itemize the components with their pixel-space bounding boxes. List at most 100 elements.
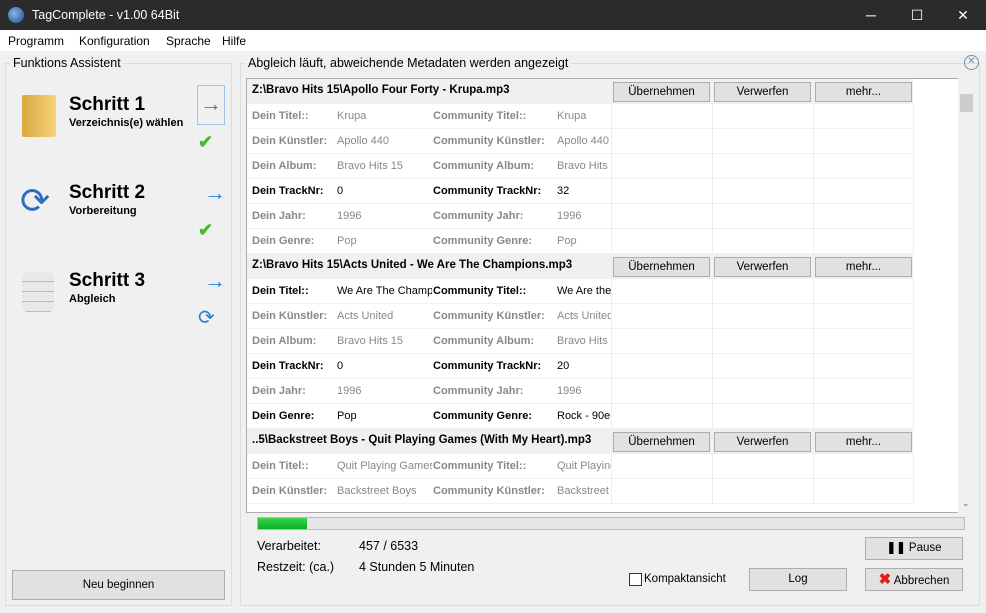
- grid-line: [913, 204, 914, 229]
- community-field-value: Quit Playing Games: [557, 460, 611, 472]
- step1-go-button[interactable]: →: [197, 85, 225, 125]
- grid-line: [712, 304, 713, 329]
- restart-button[interactable]: Neu beginnen: [12, 570, 225, 600]
- own-field-label: Dein Künstler:: [252, 135, 328, 147]
- community-field-label: Community Künstler:: [433, 135, 545, 147]
- scrollbar[interactable]: ⌄: [958, 78, 975, 513]
- pause-button[interactable]: ❚❚ Pause: [865, 537, 963, 560]
- minimize-button[interactable]: ─: [848, 0, 894, 30]
- grid-line: [913, 354, 914, 379]
- remaining-label: Restzeit: (ca.): [257, 560, 335, 574]
- compact-view-label[interactable]: Kompaktansicht: [644, 573, 726, 585]
- grid-line: [712, 354, 713, 379]
- own-field-label: Dein Jahr:: [252, 385, 306, 397]
- menu-sprache[interactable]: Sprache: [166, 34, 211, 48]
- grid-line: [712, 104, 713, 129]
- metadata-row: Dein Jahr: 1996 Community Jahr: 1996: [247, 204, 914, 229]
- scroll-down-icon[interactable]: ⌄: [962, 498, 970, 509]
- step2-go-button[interactable]: →: [204, 180, 226, 206]
- menu-hilfe[interactable]: Hilfe: [222, 34, 246, 48]
- maximize-button[interactable]: ☐: [894, 0, 940, 30]
- processed-value: 457 / 6533: [359, 539, 419, 553]
- community-field-label: Community Titel::: [433, 460, 527, 472]
- discard-button[interactable]: Verwerfen: [714, 432, 811, 452]
- community-field-value: Rock - 90er: [557, 410, 611, 422]
- grid-line: [813, 104, 814, 129]
- own-field-label: Dein Titel::: [252, 110, 309, 122]
- close-button[interactable]: ✕: [940, 0, 986, 30]
- grid-line: [611, 479, 612, 504]
- progress-fill: [258, 518, 308, 529]
- metadata-row: Dein TrackNr: 0 Community TrackNr: 32: [247, 179, 914, 204]
- own-field-value: Quit Playing Games: [337, 460, 432, 472]
- own-field-label: Dein Album:: [252, 335, 317, 347]
- grid-line: [813, 329, 814, 354]
- step2-title: Schritt 2: [69, 182, 146, 203]
- grid-line: [712, 279, 713, 304]
- menu-konfiguration[interactable]: Konfiguration: [79, 34, 150, 48]
- own-field-value: 1996: [337, 385, 362, 397]
- file-path: Z:\Bravo Hits 15\Acts United - We Are Th…: [252, 259, 573, 271]
- own-field-value: Acts United: [337, 310, 394, 322]
- community-field-label: Community TrackNr:: [433, 185, 542, 197]
- grid-line: [611, 354, 612, 379]
- more-button[interactable]: mehr...: [815, 257, 912, 277]
- cancel-button[interactable]: ✖ Abbrechen: [865, 568, 963, 591]
- accept-button[interactable]: Übernehmen: [613, 257, 710, 277]
- own-field-value: Bravo Hits 15: [337, 160, 404, 172]
- metadata-row: Dein Genre: Pop Community Genre: Pop: [247, 229, 914, 254]
- metadata-row: Dein Künstler: Backstreet Boys Community K…: [247, 479, 914, 504]
- step1-title: Schritt 1: [69, 94, 146, 115]
- compact-view-checkbox[interactable]: [629, 573, 642, 586]
- own-field-value: We Are The Champions: [337, 285, 432, 297]
- file-path: Z:\Bravo Hits 15\Apollo Four Forty - Kru…: [252, 84, 510, 96]
- close-panel-icon[interactable]: ✕: [964, 55, 979, 70]
- grid-line: [813, 229, 814, 254]
- community-field-label: Community Genre:: [433, 235, 533, 247]
- more-button[interactable]: mehr...: [815, 82, 912, 102]
- grid-line: [712, 329, 713, 354]
- metadata-row: Dein Titel:: Quit Playing Games Community …: [247, 454, 914, 479]
- metadata-list: Z:\Bravo Hits 15\Apollo Four Forty - Kru…: [246, 78, 959, 513]
- grid-line: [611, 404, 612, 429]
- metadata-row: Dein Genre: Pop Community Genre: Rock - 90e…: [247, 404, 914, 429]
- more-button[interactable]: mehr...: [815, 432, 912, 452]
- own-field-label: Dein Titel::: [252, 460, 309, 472]
- menu-programm[interactable]: Programm: [8, 34, 64, 48]
- assistant-title: Funktions Assistent: [10, 56, 124, 70]
- metadata-row: Dein Album: Bravo Hits 15 Community Album:…: [247, 154, 914, 179]
- grid-line: [611, 179, 612, 204]
- grid-line: [813, 179, 814, 204]
- accept-button[interactable]: Übernehmen: [613, 82, 710, 102]
- grid-line: [611, 129, 612, 154]
- grid-line: [611, 454, 612, 479]
- app-icon: [8, 7, 24, 23]
- grid-line: [712, 404, 713, 429]
- metadata-row: Dein Jahr: 1996 Community Jahr: 1996: [247, 379, 914, 404]
- own-field-value: Apollo 440: [337, 135, 389, 147]
- grid-line: [712, 204, 713, 229]
- grid-line: [712, 379, 713, 404]
- community-field-value: 20: [557, 360, 570, 372]
- community-field-label: Community Jahr:: [433, 385, 524, 397]
- accept-button[interactable]: Übernehmen: [613, 432, 710, 452]
- grid-line: [913, 454, 914, 479]
- metadata-row: Dein Künstler: Apollo 440 Community Künstl…: [247, 129, 914, 154]
- own-field-label: Dein Jahr:: [252, 210, 306, 222]
- discard-button[interactable]: Verwerfen: [714, 257, 811, 277]
- community-field-value: 1996: [557, 210, 582, 222]
- community-field-label: Community Titel::: [433, 285, 527, 297]
- step3-go-button[interactable]: →: [204, 268, 226, 294]
- community-field-value: Pop: [557, 235, 577, 247]
- log-button[interactable]: Log: [749, 568, 847, 591]
- database-search-icon: [22, 272, 54, 312]
- grid-line: [913, 104, 914, 129]
- community-field-value: Krupa: [557, 110, 587, 122]
- grid-line: [611, 329, 612, 354]
- scrollbar-thumb[interactable]: [960, 94, 973, 112]
- community-field-label: Community Genre:: [433, 410, 533, 422]
- grid-line: [813, 304, 814, 329]
- check-icon: ✔: [198, 220, 214, 240]
- discard-button[interactable]: Verwerfen: [714, 82, 811, 102]
- step1-subtitle: Verzeichnis(e) wählen: [69, 117, 184, 129]
